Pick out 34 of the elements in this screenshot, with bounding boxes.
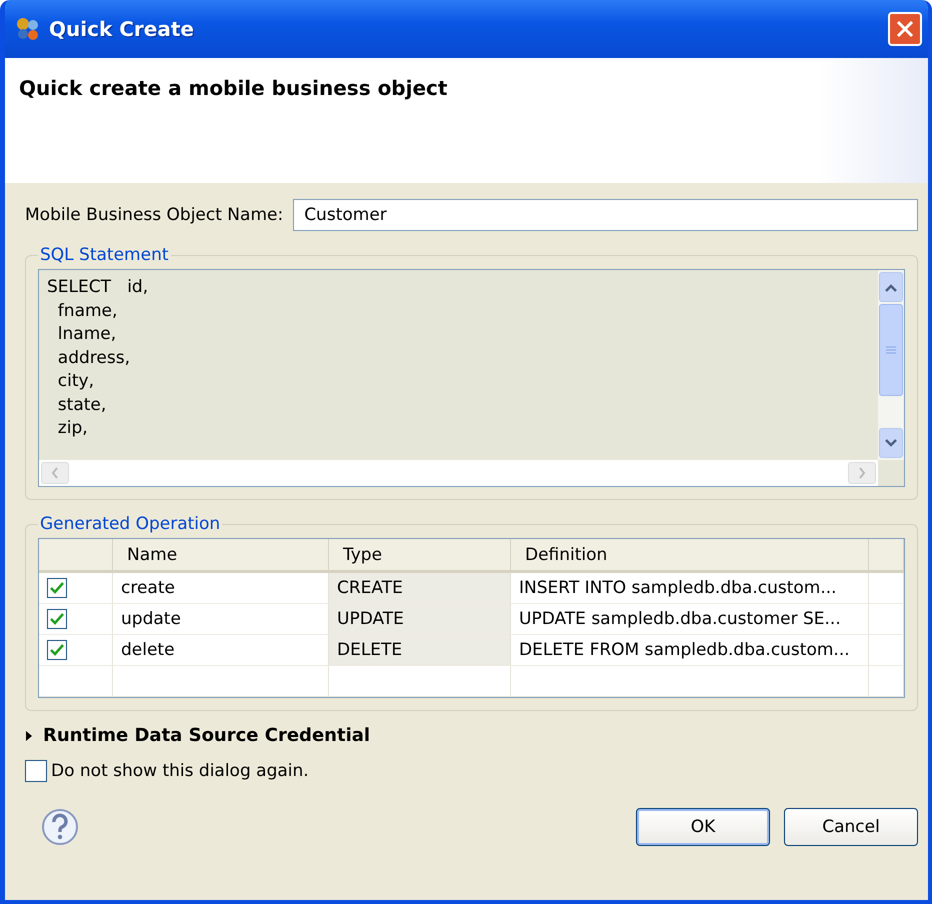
row-checkbox[interactable] — [47, 640, 67, 660]
row-checkbox[interactable] — [47, 609, 67, 629]
vertical-scrollbar[interactable] — [878, 270, 904, 460]
table-cell: DELETE — [329, 635, 511, 665]
row-checkbox[interactable] — [47, 578, 67, 598]
app-icon — [15, 16, 41, 42]
group-title: Generated Operation — [39, 514, 222, 534]
window-title: Quick Create — [49, 17, 195, 41]
checkbox[interactable] — [25, 760, 47, 782]
table-cell: INSERT INTO sampledb.dba.custom... — [511, 573, 869, 603]
field-label: Mobile Business Object Name: — [25, 205, 284, 225]
close-button[interactable] — [888, 12, 922, 46]
dialog-button[interactable]: Cancel — [784, 808, 918, 846]
sql-text: SELECT id, fname, lname, address, city, state, zip, — [46, 276, 150, 440]
group-title: SQL Statement — [39, 245, 170, 265]
sql-text-area[interactable]: SELECT id, fname, lname, address, city, state, zip, — [38, 269, 905, 487]
scroll-up-icon[interactable] — [879, 272, 903, 302]
scroll-thumb[interactable] — [879, 304, 903, 396]
scroll-down-icon[interactable] — [879, 428, 903, 458]
column-header[interactable]: Name — [113, 539, 329, 570]
help-icon[interactable] — [41, 808, 79, 846]
section-title[interactable]: Runtime Data Source Credential — [43, 725, 370, 746]
column-header[interactable]: Type — [329, 539, 511, 570]
checkbox-label: Do not show this dialog again. — [51, 761, 309, 781]
table-cell: UPDATE — [329, 604, 511, 634]
column-header[interactable]: Definition — [511, 539, 869, 570]
table-cell: CREATE — [329, 573, 511, 603]
caret-right-icon[interactable] — [25, 730, 33, 742]
table-cell: DELETE FROM sampledb.dba.custom... — [511, 635, 869, 665]
dialog-heading: Quick create a mobile business object — [19, 76, 448, 100]
dialog-button[interactable]: OK — [636, 808, 770, 846]
name-input[interactable]: Customer — [293, 199, 918, 231]
table-cell: UPDATE sampledb.dba.customer SE... — [511, 604, 869, 634]
close-icon — [895, 19, 915, 39]
